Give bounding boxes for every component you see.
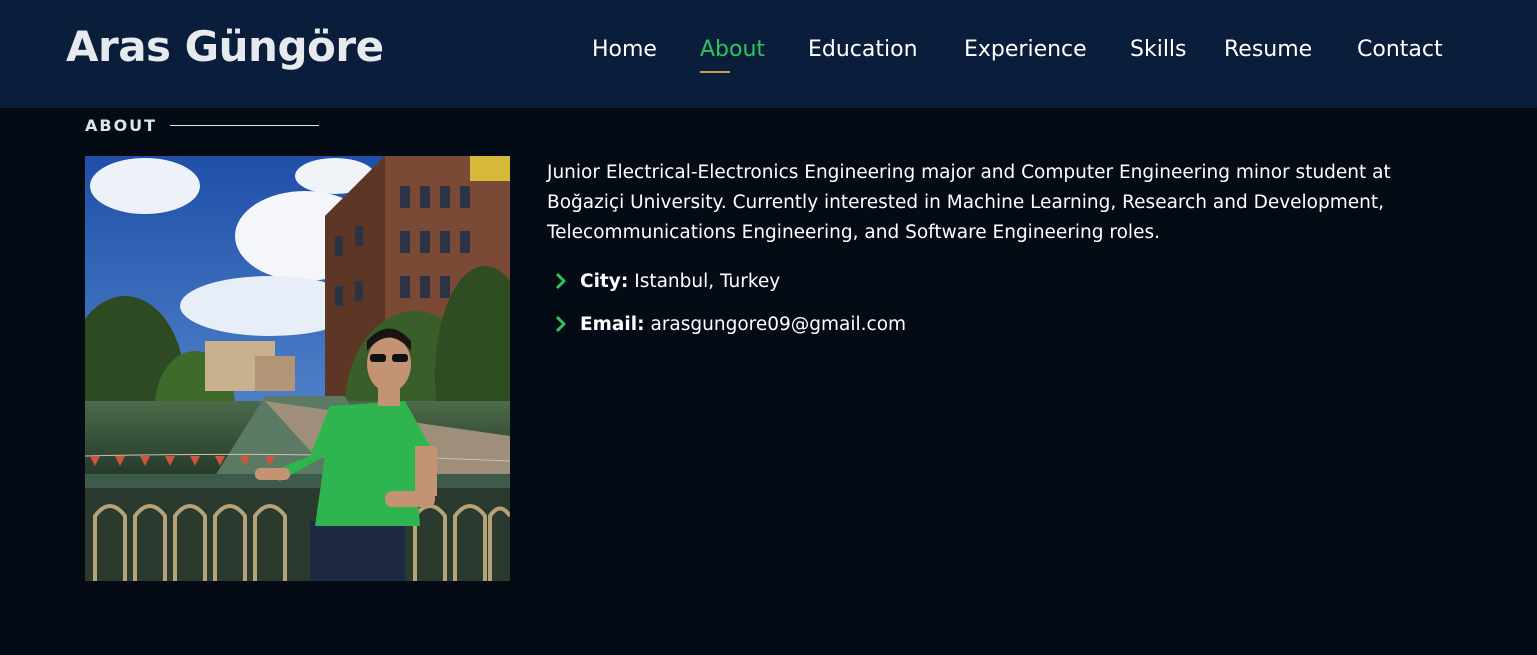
nav-contact[interactable]: Contact: [1357, 35, 1443, 65]
main-nav: Home About Education Experience Skills R…: [0, 35, 1537, 75]
chevron-right-icon: [555, 272, 566, 290]
profile-photo: [85, 156, 510, 581]
about-bio: Junior Electrical-Electronics Engineerin…: [547, 162, 1391, 243]
city-value: Istanbul, Turkey: [634, 270, 781, 292]
email-value[interactable]: arasgungore09@gmail.com: [650, 314, 906, 335]
section-title-line: [170, 125, 319, 126]
nav-skills[interactable]: Skills: [1130, 35, 1187, 65]
email-label: Email:: [580, 313, 645, 335]
info-city: City: Istanbul, Turkey: [552, 267, 780, 295]
nav-experience[interactable]: Experience: [964, 35, 1087, 65]
site-header: Aras Güngöre Home About Education Experi…: [0, 0, 1537, 108]
nav-resume[interactable]: Resume: [1224, 35, 1312, 65]
nav-education[interactable]: Education: [808, 35, 918, 65]
nav-about[interactable]: About: [700, 35, 766, 73]
info-email: Email: arasgungore09@gmail.com: [552, 310, 906, 338]
nav-about-label: About: [700, 37, 766, 62]
city-label: City:: [580, 270, 629, 292]
chevron-right-icon: [555, 315, 566, 333]
nav-home[interactable]: Home: [592, 35, 657, 65]
section-title: ABOUT: [85, 116, 158, 135]
nav-active-underline: [700, 71, 730, 73]
